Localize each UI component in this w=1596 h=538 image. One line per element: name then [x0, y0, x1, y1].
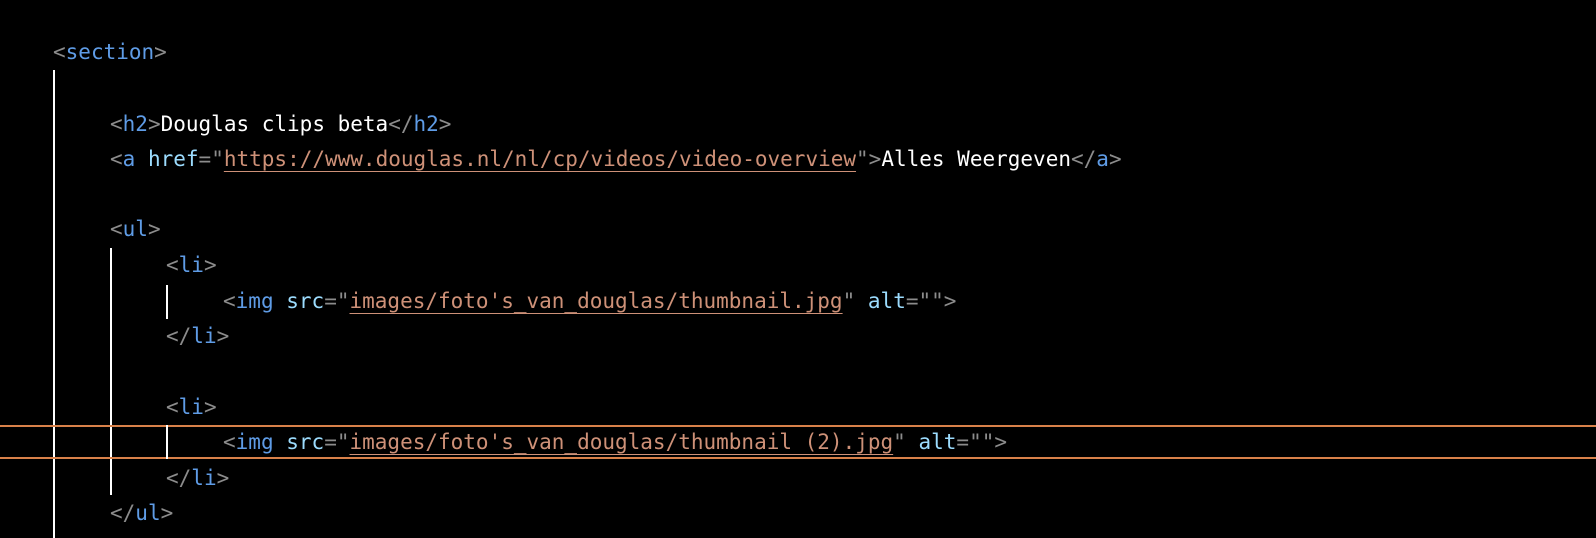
bracket: >: [203, 395, 217, 419]
code-line-h2[interactable]: <h2>Douglas clips beta</h2>: [110, 109, 451, 139]
bracket: <: [110, 112, 123, 136]
bracket: </: [166, 466, 192, 490]
link-text: Alles Weergeven: [881, 147, 1071, 171]
code-line-ul-open[interactable]: <ul>: [110, 214, 161, 244]
bracket: >: [216, 466, 230, 490]
attribute-name: src: [286, 289, 325, 313]
tag-name: li: [191, 324, 217, 348]
indent-guide-li-1: [166, 285, 168, 319]
bracket: <: [110, 147, 123, 171]
tag-name: a: [1096, 147, 1109, 171]
equals: =: [198, 147, 212, 171]
code-line-link[interactable]: <a href="https://www.douglas.nl/nl/cp/vi…: [110, 144, 1122, 174]
bracket: >: [438, 112, 452, 136]
tag-name: h2: [413, 112, 439, 136]
bracket: >: [147, 112, 161, 136]
bracket: <: [110, 217, 123, 241]
bracket: >: [154, 40, 167, 64]
code-line-li-2-close[interactable]: </li>: [166, 463, 229, 493]
bracket: >: [160, 501, 174, 525]
attribute-name: alt: [918, 430, 957, 454]
tag-name: section: [65, 40, 155, 64]
quote: ": [336, 430, 350, 454]
tag-name: li: [178, 395, 204, 419]
current-line-border-bottom: [0, 457, 1596, 459]
bracket: <: [166, 253, 179, 277]
quote: ": [842, 289, 856, 313]
bracket: >: [994, 430, 1008, 454]
bracket: </: [110, 501, 136, 525]
equals: =: [324, 430, 337, 454]
quote: ": [856, 147, 869, 171]
bracket: >: [1108, 147, 1122, 171]
href-link[interactable]: https://www.douglas.nl/nl/cp/videos/vide…: [224, 147, 856, 171]
bracket: >: [216, 324, 230, 348]
quote: "": [969, 430, 995, 454]
quote: ": [893, 430, 906, 454]
tag-name: ul: [135, 501, 161, 525]
src-path-link[interactable]: images/foto's_van_douglas/thumbnail.jpg: [350, 289, 843, 313]
text-cursor: [166, 425, 168, 459]
bracket: <: [53, 40, 66, 64]
code-line-section-open[interactable]: <section>: [53, 37, 167, 67]
bracket: </: [388, 112, 414, 136]
quote: ": [211, 147, 224, 171]
attribute-name: href: [147, 147, 199, 171]
quote: "": [918, 289, 944, 313]
code-line-img-1[interactable]: <img src="images/foto's_van_douglas/thum…: [223, 286, 956, 316]
indent-guide-section: [53, 70, 55, 538]
code-line-ul-close[interactable]: </ul>: [110, 498, 173, 528]
attribute-name: src: [286, 430, 325, 454]
tag-name: h2: [122, 112, 148, 136]
src-path-link[interactable]: images/foto's_van_douglas/thumbnail (2).…: [350, 430, 894, 454]
bracket: <: [223, 430, 236, 454]
code-editor[interactable]: <section> <h2>Douglas clips beta</h2> <a…: [0, 0, 1596, 538]
bracket: >: [147, 217, 161, 241]
code-line-li-1-open[interactable]: <li>: [166, 250, 217, 280]
equals: =: [905, 289, 919, 313]
bracket: >: [868, 147, 882, 171]
tag-name: li: [191, 466, 217, 490]
bracket: <: [166, 395, 179, 419]
code-line-li-2-open[interactable]: <li>: [166, 392, 217, 422]
tag-name: a: [122, 147, 136, 171]
bracket: >: [203, 253, 217, 277]
bracket: <: [223, 289, 236, 313]
bracket: </: [1070, 147, 1097, 171]
tag-name: img: [235, 430, 274, 454]
tag-name: img: [235, 289, 274, 313]
tag-name: li: [178, 253, 204, 277]
equals: =: [324, 289, 337, 313]
tag-name: ul: [122, 217, 148, 241]
attribute-name: alt: [867, 289, 906, 313]
code-line-img-2[interactable]: <img src="images/foto's_van_douglas/thum…: [223, 427, 1007, 457]
h2-text: Douglas clips beta: [160, 112, 389, 136]
code-line-li-1-close[interactable]: </li>: [166, 321, 229, 351]
bracket: >: [943, 289, 957, 313]
equals: =: [956, 430, 970, 454]
bracket: </: [166, 324, 192, 348]
quote: ": [336, 289, 350, 313]
